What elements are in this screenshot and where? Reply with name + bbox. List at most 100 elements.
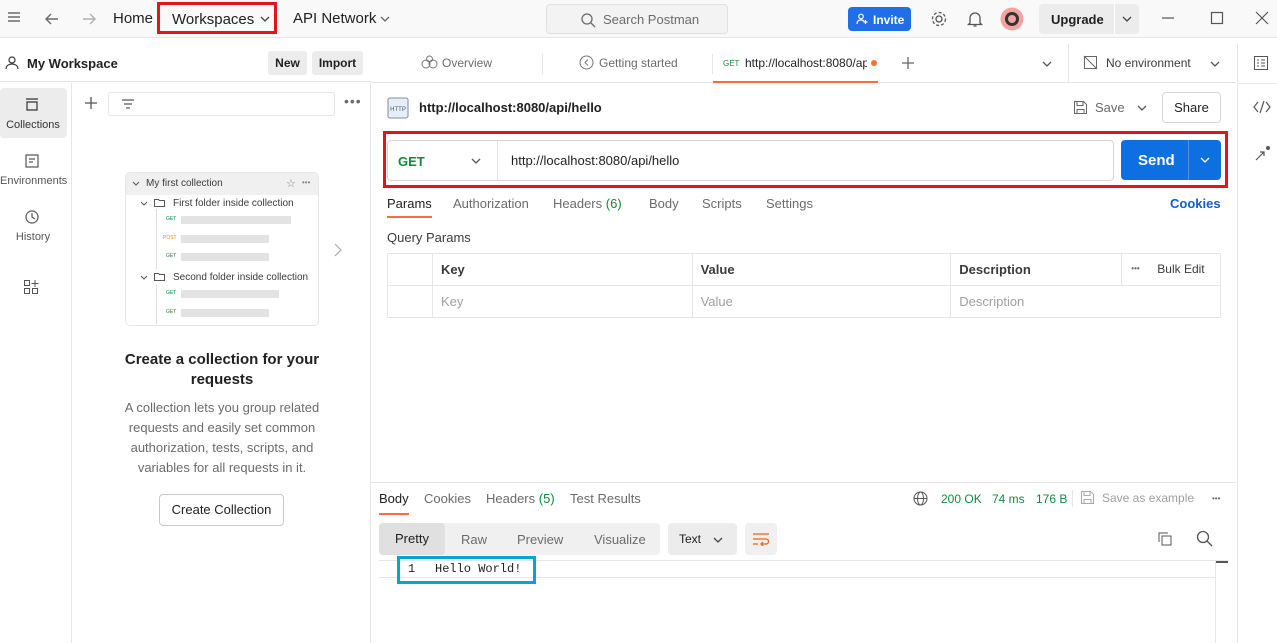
search-icon[interactable] xyxy=(1196,530,1213,547)
placeholder-bar xyxy=(181,309,269,317)
new-tab-plus-icon[interactable] xyxy=(901,56,915,70)
more-options-icon[interactable]: ••• xyxy=(1212,494,1220,503)
chevron-down-icon xyxy=(132,181,140,187)
sidebar-rail: Collections Environments History xyxy=(0,83,72,643)
method-select[interactable]: GET xyxy=(388,141,498,180)
save-options-chevron-icon[interactable] xyxy=(1137,104,1147,112)
environment-selector[interactable]: No environment xyxy=(1083,55,1228,73)
method-badge: GET xyxy=(166,253,177,259)
divider xyxy=(1114,4,1115,34)
add-collection-icon[interactable] xyxy=(84,96,98,110)
menu-icon[interactable] xyxy=(6,9,22,25)
share-button[interactable]: Share xyxy=(1162,92,1221,123)
chevron-down-icon[interactable] xyxy=(1122,15,1132,23)
response-tab-body[interactable]: Body xyxy=(379,491,409,515)
wrap-lines-icon xyxy=(752,532,770,546)
api-network-menu[interactable]: API Network xyxy=(293,10,393,30)
related-collections-icon[interactable] xyxy=(1253,145,1271,163)
placeholder-bar xyxy=(181,290,279,298)
status-code[interactable]: 200 OK xyxy=(941,492,982,506)
table-header-row: Key Value Description ••• Bulk Edit xyxy=(387,253,1221,286)
divider xyxy=(1072,490,1073,507)
sidebar-item-label: Collections xyxy=(6,119,60,131)
key-input[interactable]: Key xyxy=(431,285,693,318)
upgrade-button[interactable]: Upgrade xyxy=(1039,4,1139,34)
response-size[interactable]: 176 B xyxy=(1036,492,1067,506)
more-options-icon[interactable]: ••• xyxy=(344,94,362,108)
checkbox-column-header xyxy=(387,253,433,286)
tabs-dropdown-chevron-icon[interactable] xyxy=(1042,60,1052,68)
minimize-icon[interactable] xyxy=(1161,11,1175,25)
sidebar-item-collections[interactable]: Collections xyxy=(0,88,67,138)
response-tab-cookies[interactable]: Cookies xyxy=(424,491,471,506)
request-title[interactable]: http://localhost:8080/api/hello xyxy=(419,100,602,115)
wrap-lines-button[interactable] xyxy=(745,523,777,555)
settings-gear-icon[interactable] xyxy=(930,10,948,28)
filter-input[interactable] xyxy=(108,92,335,116)
response-time[interactable]: 74 ms xyxy=(992,492,1025,506)
tab-scripts[interactable]: Scripts xyxy=(702,196,742,211)
method-badge: GET xyxy=(166,290,177,296)
format-select[interactable]: Text xyxy=(668,523,737,555)
search-box[interactable]: Search Postman xyxy=(546,4,728,34)
tab-headers[interactable]: Headers (6) xyxy=(553,196,622,211)
workspaces-menu[interactable]: Workspaces xyxy=(157,2,277,34)
chevron-down-icon xyxy=(471,157,481,165)
collections-icon xyxy=(24,96,40,112)
maximize-icon[interactable] xyxy=(1210,11,1224,25)
search-icon xyxy=(580,12,596,28)
divider xyxy=(1068,44,1069,83)
import-button[interactable]: Import xyxy=(312,51,363,75)
tab-params[interactable]: Params xyxy=(387,196,432,218)
create-collection-button[interactable]: Create Collection xyxy=(159,494,284,526)
chevron-right-icon xyxy=(334,243,342,257)
new-button[interactable]: New xyxy=(268,51,307,75)
invite-button[interactable]: Invite xyxy=(848,7,911,31)
back-arrow-icon[interactable] xyxy=(44,11,60,27)
search-placeholder: Search Postman xyxy=(603,12,700,27)
sidebar-item-history[interactable]: History xyxy=(0,204,67,250)
home-link[interactable]: Home xyxy=(113,10,153,27)
url-input[interactable]: http://localhost:8080/api/hello xyxy=(511,153,679,168)
send-button[interactable]: Send xyxy=(1121,140,1221,180)
unsaved-dot-icon xyxy=(871,60,877,66)
save-button[interactable]: Save xyxy=(1070,99,1126,117)
code-icon[interactable] xyxy=(1253,100,1271,114)
view-pretty[interactable]: Pretty xyxy=(379,523,445,555)
save-as-example-button[interactable]: Save as example xyxy=(1080,490,1200,507)
tab-body[interactable]: Body xyxy=(649,196,679,211)
svg-text:HTTP: HTTP xyxy=(390,107,406,113)
tab-label: Getting started xyxy=(599,56,678,70)
send-options-chevron-icon[interactable] xyxy=(1200,156,1210,164)
response-body-text[interactable]: Hello World! xyxy=(435,562,521,576)
notifications-bell-icon[interactable] xyxy=(966,10,984,28)
view-visualize[interactable]: Visualize xyxy=(594,532,646,547)
avatar[interactable] xyxy=(1000,7,1024,31)
tab-active-request[interactable]: GET http://localhost:8080/ap xyxy=(713,44,878,83)
sidebar-item-environments[interactable]: Environments xyxy=(0,148,67,194)
chevron-down-icon xyxy=(140,275,148,281)
folder-icon xyxy=(154,198,165,207)
globe-icon xyxy=(913,491,928,506)
response-tab-headers[interactable]: Headers (5) xyxy=(486,491,555,506)
close-icon[interactable] xyxy=(1255,11,1269,25)
response-tab-test-results[interactable]: Test Results xyxy=(570,491,641,506)
description-input[interactable]: Description xyxy=(950,285,1221,318)
tab-settings[interactable]: Settings xyxy=(766,196,813,211)
scrollbar-thumb[interactable] xyxy=(1216,561,1228,578)
view-preview[interactable]: Preview xyxy=(517,532,563,547)
environment-quick-look-icon[interactable] xyxy=(1253,55,1269,71)
save-label: Save xyxy=(1095,100,1125,115)
more-options-icon[interactable]: ••• xyxy=(1131,264,1139,273)
configure-sidebar-icon[interactable] xyxy=(23,279,39,295)
forward-arrow-icon[interactable] xyxy=(81,11,97,27)
top-bar: Home Workspaces API Network Search Postm… xyxy=(0,0,1277,38)
view-raw[interactable]: Raw xyxy=(461,532,487,547)
column-header-description: Description ••• Bulk Edit xyxy=(950,253,1221,286)
copy-icon[interactable] xyxy=(1157,531,1173,547)
value-input[interactable]: Value xyxy=(691,285,952,318)
tab-authorization[interactable]: Authorization xyxy=(453,196,529,211)
cookies-link[interactable]: Cookies xyxy=(1170,196,1221,211)
bulk-edit-button[interactable]: Bulk Edit xyxy=(1157,262,1204,276)
save-icon xyxy=(1073,100,1088,115)
